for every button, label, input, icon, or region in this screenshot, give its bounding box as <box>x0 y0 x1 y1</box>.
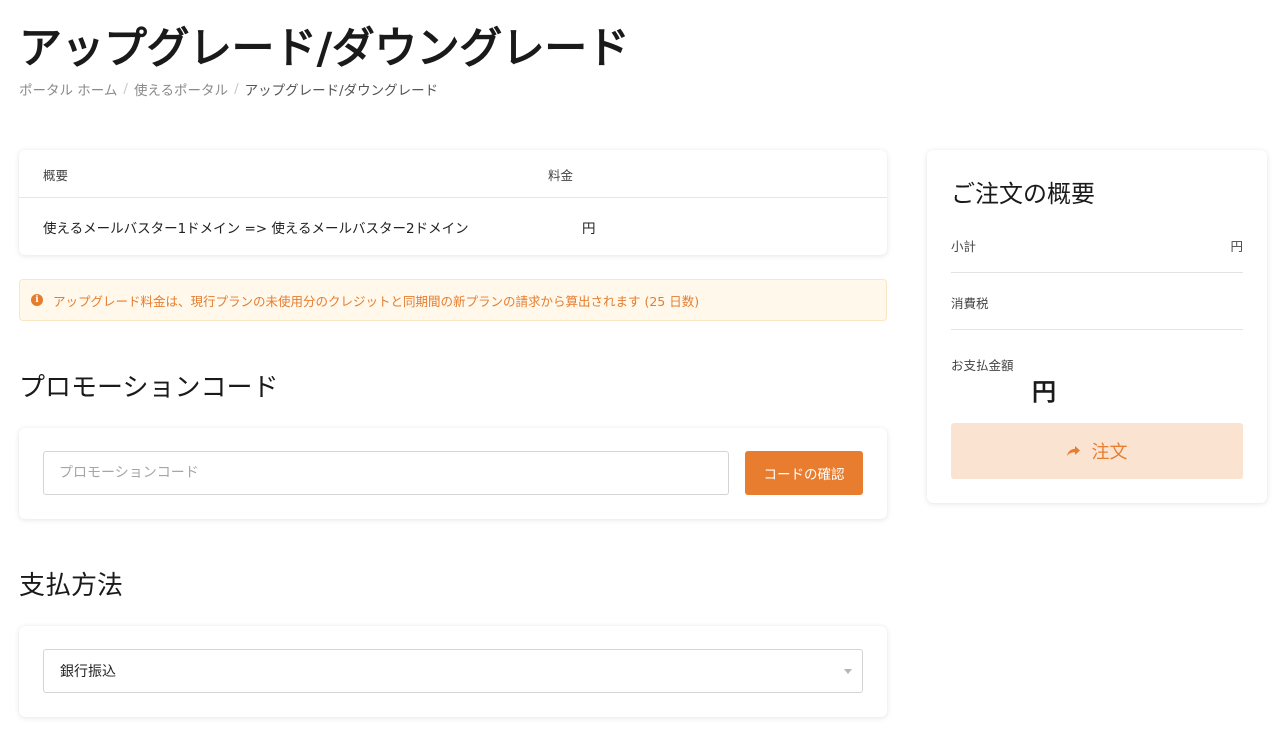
payment-card: 銀行振込 <box>19 626 887 717</box>
total-label: お支払金額 <box>951 358 1014 373</box>
total-row: お支払金額 <box>951 355 1243 374</box>
subtotal-row: 小計 円 <box>951 236 1243 255</box>
notice-text: アップグレード料金は、現行プランの未使用分のクレジットと同期間の新プランの請求か… <box>53 293 700 309</box>
order-button-label: 注文 <box>1091 442 1128 463</box>
column-header-price: 料金 <box>548 168 574 183</box>
payment-method-select[interactable]: 銀行振込 <box>43 649 863 693</box>
breadcrumb-home-link[interactable]: ポータル ホーム <box>19 79 117 99</box>
order-button[interactable]: 注文 <box>951 423 1243 479</box>
tax-row: 消費税 <box>951 293 1243 312</box>
divider <box>951 329 1243 330</box>
promo-code-input[interactable] <box>43 451 729 495</box>
validate-code-button[interactable]: コードの確認 <box>745 451 863 495</box>
order-summary-title: ご注文の概要 <box>951 180 1095 208</box>
table-row: 使えるメールバスター1ドメイン => 使えるメールバスター2ドメイン 円 <box>19 198 887 255</box>
breadcrumb-separator: / <box>234 81 239 97</box>
row-price: 円 <box>582 221 596 237</box>
page-title: アップグレード/ダウングレード <box>19 24 630 74</box>
column-header-summary: 概要 <box>43 168 69 183</box>
row-description: 使えるメールバスター1ドメイン => 使えるメールバスター2ドメイン <box>43 221 469 237</box>
payment-method-selected: 銀行振込 <box>60 664 116 680</box>
overview-table-header: 概要 料金 <box>19 150 887 198</box>
chevron-down-icon <box>844 669 852 674</box>
payment-section-title: 支払方法 <box>19 571 124 601</box>
breadcrumb-parent-link[interactable]: 使えるポータル <box>134 79 228 99</box>
breadcrumb-current: アップグレード/ダウングレード <box>244 83 439 99</box>
subtotal-value: 円 <box>1230 239 1243 254</box>
share-arrow-icon <box>1066 445 1080 456</box>
divider <box>951 272 1243 273</box>
overview-table: 概要 料金 使えるメールバスター1ドメイン => 使えるメールバスター2ドメイン… <box>19 150 887 255</box>
upgrade-notice: i アップグレード料金は、現行プランの未使用分のクレジットと同期間の新プランの請… <box>19 279 887 321</box>
promo-section-title: プロモーションコード <box>19 373 279 403</box>
tax-label: 消費税 <box>951 296 989 311</box>
info-circle-icon: i <box>31 294 43 306</box>
promo-card: コードの確認 <box>19 428 887 519</box>
breadcrumb-separator: / <box>123 81 128 97</box>
subtotal-label: 小計 <box>951 239 977 254</box>
total-value: 円 <box>1032 378 1056 406</box>
order-summary: ご注文の概要 小計 円 消費税 お支払金額 円 注文 <box>927 150 1267 503</box>
breadcrumb: ポータル ホーム / 使えるポータル / アップグレード/ダウングレード <box>19 79 438 99</box>
